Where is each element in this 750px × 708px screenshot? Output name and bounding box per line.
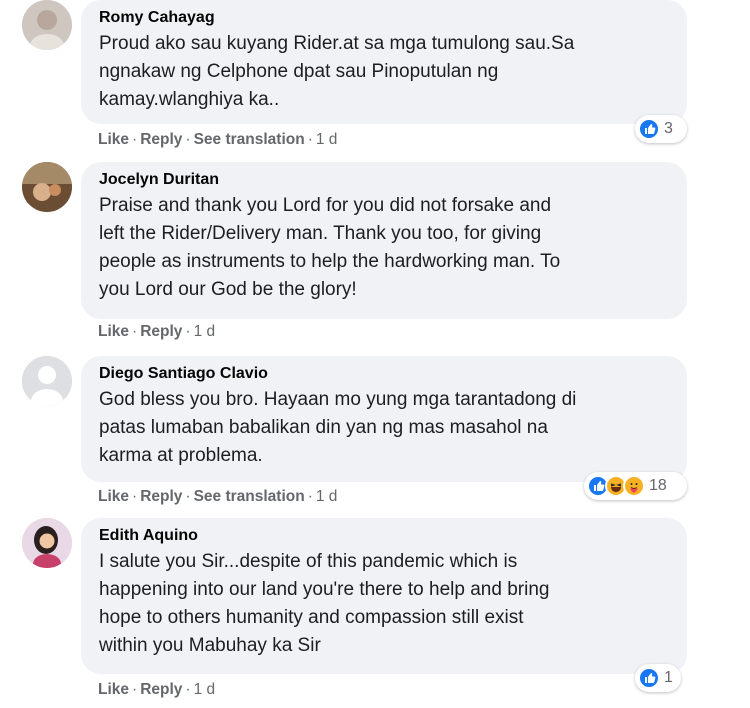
like-icon (638, 667, 660, 689)
reaction-count: 18 (649, 477, 667, 494)
comment-text: I salute you Sir...despite of this pande… (99, 551, 550, 656)
comment-actions: Like · Reply · 1 d (98, 681, 216, 698)
comment-text: God bless you bro. Hayaan mo yung mga ta… (99, 389, 577, 466)
avatar[interactable] (22, 518, 72, 568)
reply-link[interactable]: Reply (140, 681, 182, 698)
comment-text: Praise and thank you Lord for you did no… (99, 195, 561, 300)
comment-bubble: Diego Santiago Clavio God bless you bro.… (81, 356, 687, 482)
comment-author[interactable]: Diego Santiago Clavio (99, 364, 669, 384)
comment-actions: Like · Reply · See translation · 1 d (98, 488, 338, 505)
comment-author[interactable]: Jocelyn Duritan (99, 170, 669, 190)
comment-time[interactable]: 1 d (316, 488, 338, 505)
like-link[interactable]: Like (98, 681, 129, 698)
comment-actions: Like · Reply · See translation · 1 d (98, 131, 338, 148)
comment-author[interactable]: Edith Aquino (99, 526, 669, 546)
comment-time[interactable]: 1 d (316, 131, 338, 148)
comment-time[interactable]: 1 d (194, 323, 216, 340)
reactions-summary[interactable]: 1 (635, 664, 681, 692)
comment-text: Proud ako sau kuyang Rider.at sa mga tum… (99, 33, 575, 110)
comment-bubble: Jocelyn Duritan Praise and thank you Lor… (81, 162, 687, 319)
avatar[interactable] (22, 0, 72, 50)
reply-link[interactable]: Reply (140, 488, 182, 505)
comment-author[interactable]: Romy Cahayag (99, 8, 669, 28)
comment-time[interactable]: 1 d (194, 681, 216, 698)
reactions-summary[interactable]: 18 (584, 472, 687, 500)
comment-bubble: Edith Aquino I salute you Sir...despite … (81, 518, 687, 674)
comment-actions: Like · Reply · 1 d (98, 323, 216, 340)
avatar[interactable] (22, 356, 72, 406)
reactions-summary[interactable]: 3 (635, 115, 687, 143)
avatar[interactable] (22, 162, 72, 212)
care-icon (623, 475, 645, 497)
reply-link[interactable]: Reply (140, 131, 182, 148)
reaction-count: 3 (664, 120, 673, 137)
like-icon (638, 118, 660, 140)
reply-link[interactable]: Reply (140, 323, 182, 340)
like-link[interactable]: Like (98, 488, 129, 505)
like-link[interactable]: Like (98, 131, 129, 148)
see-translation-link[interactable]: See translation (194, 488, 305, 505)
see-translation-link[interactable]: See translation (194, 131, 305, 148)
like-link[interactable]: Like (98, 323, 129, 340)
reaction-count: 1 (664, 669, 673, 686)
comment-bubble: Romy Cahayag Proud ako sau kuyang Rider.… (81, 0, 687, 124)
